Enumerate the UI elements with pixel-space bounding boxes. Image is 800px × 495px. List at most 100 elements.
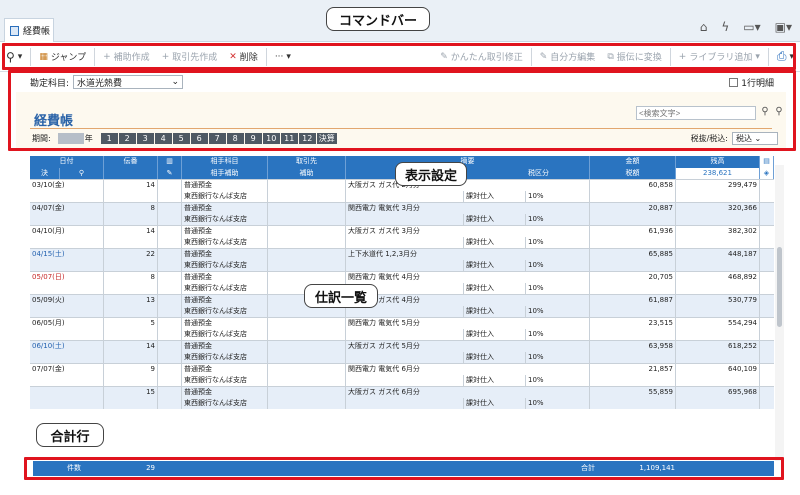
cell-acct: 普通預金 (182, 272, 268, 283)
cell-empty (346, 259, 464, 271)
table-row[interactable]: 06/10(土) 14 普通預金 大阪ガス ガス代 5月分 63,958 618,252 (30, 340, 774, 352)
cell-empty (158, 180, 182, 191)
cell-sub: 東西銀行なんば支店 (182, 259, 268, 271)
cell-empty (158, 190, 182, 202)
cell-empty (676, 282, 760, 294)
cell-empty (346, 236, 464, 248)
calendar-icon[interactable]: ▣▾ (775, 20, 792, 34)
table-row-sub[interactable]: 東西銀行なんば支店 課対仕入 10% (30, 305, 774, 317)
cell-sub: 東西銀行なんば支店 (182, 328, 268, 340)
cell-empty (676, 374, 760, 386)
col-balance[interactable]: 残高 (676, 156, 760, 168)
cell-empty (158, 397, 182, 409)
edit-icon[interactable]: ✎ (158, 167, 182, 179)
col-sub[interactable]: 補助 (268, 167, 346, 179)
col-counter-account[interactable]: 相手科目 (182, 156, 268, 168)
table-row-sub[interactable]: 東西銀行なんば支店 課対仕入 10% (30, 328, 774, 340)
cell-empty (676, 259, 760, 271)
window-icon[interactable]: ▭▾ (743, 20, 760, 34)
table-row-sub[interactable]: 東西銀行なんば支店 課対仕入 10% (30, 213, 774, 225)
table-row[interactable]: 07/07(金) 9 普通預金 関西電力 電気代 6月分 21,857 640,109 (30, 363, 774, 375)
display-settings-highlight (8, 70, 796, 151)
cell-empty (346, 351, 464, 363)
cell-tax: 課対仕入 (464, 190, 526, 202)
book-icon[interactable]: ▥ (158, 156, 182, 168)
col-settled[interactable]: 決 (30, 167, 60, 179)
table-row-sub[interactable]: 東西銀行なんば支店 課対仕入 10% (30, 190, 774, 202)
cell-empty (158, 341, 182, 352)
bookmark-icon[interactable]: ⌂ (700, 20, 708, 34)
table-row-sub[interactable]: 東西銀行なんば支店 課対仕入 10% (30, 351, 774, 363)
table-row-sub[interactable]: 東西銀行なんば支店 課対仕入 10% (30, 236, 774, 248)
col-description[interactable]: 摘要 (346, 156, 590, 168)
table-row[interactable]: 04/10(月) 14 普通預金 大阪ガス ガス代 3月分 61,936 382,302 (30, 225, 774, 237)
callout-display-settings: 表示設定 (395, 162, 467, 186)
cell-date: 04/07(金) (30, 203, 104, 214)
window-tools: ⌂ ϟ ▭▾ ▣▾ (700, 20, 792, 34)
ledger-icon (10, 25, 19, 36)
table-row[interactable]: 04/15(土) 22 普通預金 上下水道代 1,2,3月分 65,885 448,187 (30, 248, 774, 260)
table-row[interactable]: 05/07(日) 8 普通預金 関西電力 電気代 4月分 20,705 468,892 (30, 271, 774, 283)
table-row-sub[interactable]: 東西銀行なんば支店 課対仕入 10% (30, 259, 774, 271)
lightning-icon[interactable]: ϟ (721, 20, 729, 34)
cell-rate: 10% (526, 190, 590, 202)
cell-amount: 21,857 (590, 364, 676, 375)
col-amount[interactable]: 金額 (590, 156, 676, 168)
cell-empty (346, 328, 464, 340)
cell-no: 5 (104, 318, 158, 329)
col-counter-sub[interactable]: 相手補助 (182, 167, 268, 179)
col-date[interactable]: 日付 (30, 156, 104, 168)
cell-tax: 課対仕入 (464, 259, 526, 271)
cell-acct: 普通預金 (182, 203, 268, 214)
cell-sub: 東西銀行なんば支店 (182, 374, 268, 386)
cell-no: 8 (104, 272, 158, 283)
col-slip-no[interactable]: 伝番 (104, 156, 158, 168)
cell-empty (30, 397, 104, 409)
cell-amount: 20,887 (590, 203, 676, 214)
cell-rate: 10% (526, 305, 590, 317)
cell-rate: 10% (526, 397, 590, 409)
search-icon[interactable]: ⚲ (60, 167, 104, 179)
table-row[interactable]: 04/07(金) 8 普通預金 関西電力 電気代 3月分 20,887 320,366 (30, 202, 774, 214)
cell-amount: 61,887 (590, 295, 676, 306)
cell-balance: 554,294 (676, 318, 760, 329)
memo-icon[interactable]: ▤ (760, 156, 774, 168)
cell-empty (590, 397, 676, 409)
cell-rate: 10% (526, 259, 590, 271)
tab-expense-ledger[interactable]: 経費帳 (4, 18, 54, 42)
cell-amount: 63,958 (590, 341, 676, 352)
cell-no: 22 (104, 249, 158, 260)
table-row[interactable]: 15 普通預金 大阪ガス ガス代 6月分 55,859 695,968 (30, 386, 774, 398)
table-row-sub[interactable]: 東西銀行なんば支店 課対仕入 10% (30, 397, 774, 409)
cell-tax: 課対仕入 (464, 328, 526, 340)
cell-no: 14 (104, 341, 158, 352)
cell-acct: 普通預金 (182, 364, 268, 375)
cell-desc: 関西電力 電気代 6月分 (346, 364, 590, 375)
cell-empty (158, 328, 182, 340)
col-partner[interactable]: 取引先 (268, 156, 346, 168)
table-row-sub[interactable]: 東西銀行なんば支店 課対仕入 10% (30, 282, 774, 294)
col-tax-category[interactable]: 税区分 (346, 167, 590, 179)
cell-rate: 10% (526, 351, 590, 363)
cell-date: 06/05(月) (30, 318, 104, 329)
cell-acct: 普通預金 (182, 318, 268, 329)
cell-empty (158, 282, 182, 294)
tag-icon[interactable]: ◈ (760, 167, 774, 179)
cell-empty (268, 364, 346, 375)
table-row[interactable]: 05/09(火) 13 普通預金 大阪ガス ガス代 4月分 61,887 530,779 (30, 294, 774, 306)
cell-empty (30, 282, 104, 294)
cell-amount: 23,515 (590, 318, 676, 329)
callout-journal-list: 仕訳一覧 (304, 284, 378, 308)
cell-empty (590, 236, 676, 248)
cell-empty (104, 397, 158, 409)
col-tax[interactable]: 税額 (590, 167, 676, 179)
cell-tax: 課対仕入 (464, 305, 526, 317)
cell-empty (30, 351, 104, 363)
table-row-sub[interactable]: 東西銀行なんば支店 課対仕入 10% (30, 374, 774, 386)
cell-empty (346, 190, 464, 202)
vertical-scrollbar[interactable] (775, 165, 784, 461)
cell-empty (158, 236, 182, 248)
command-bar-highlight (2, 43, 796, 70)
table-row[interactable]: 06/05(月) 5 普通預金 関西電力 電気代 5月分 23,515 554,294 (30, 317, 774, 329)
scroll-thumb[interactable] (777, 247, 782, 327)
